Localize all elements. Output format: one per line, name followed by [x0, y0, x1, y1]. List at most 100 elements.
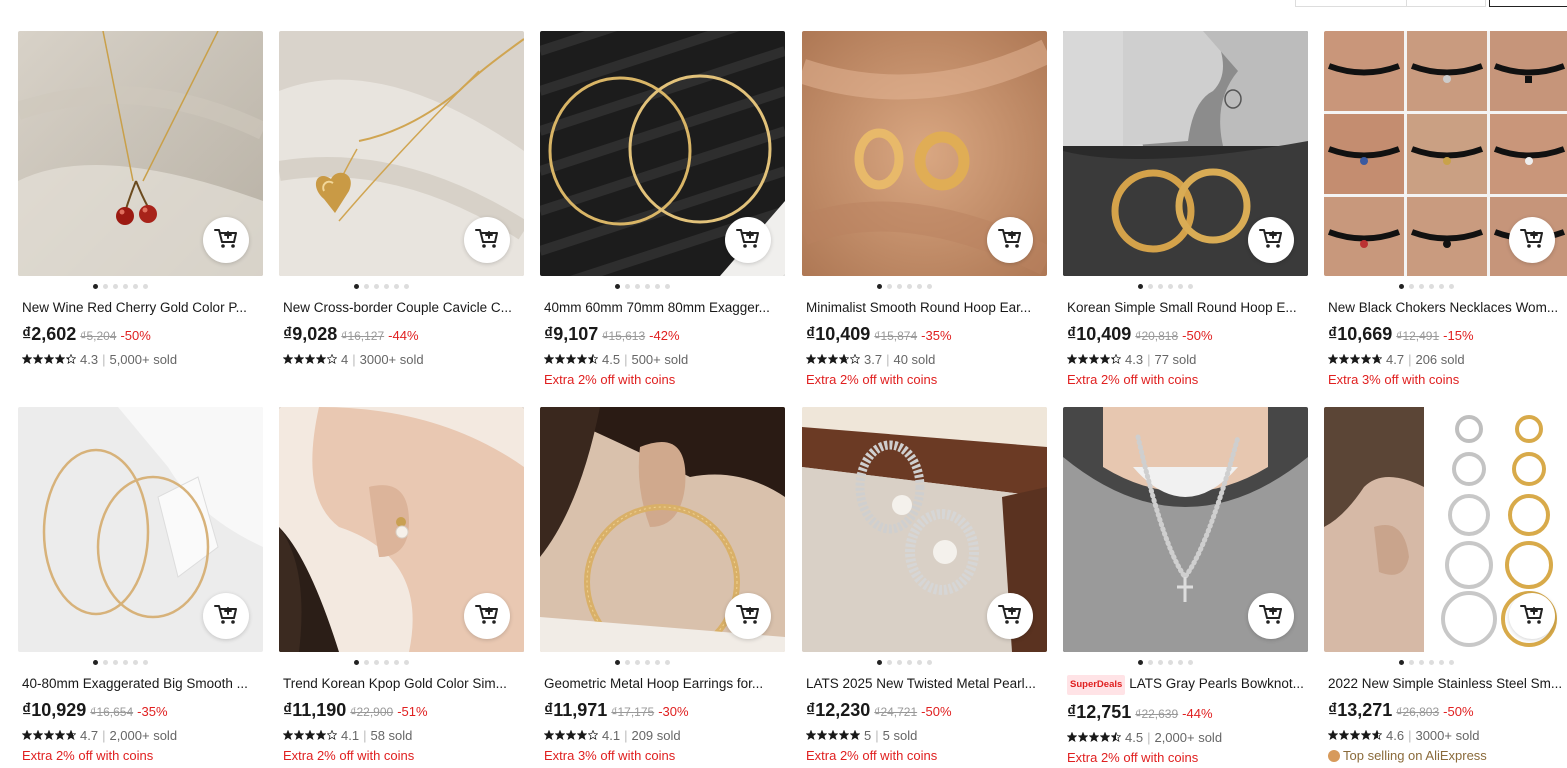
carousel-dot[interactable]	[1449, 283, 1454, 289]
add-to-cart-button[interactable]	[725, 593, 771, 639]
carousel-dot[interactable]	[887, 659, 892, 665]
view-toggle[interactable]	[1489, 0, 1567, 7]
product-card[interactable]: 40mm 60mm 70mm 80mm Exagger... ₫9,107 ₫1…	[540, 31, 785, 401]
carousel-dot[interactable]	[1178, 659, 1183, 665]
carousel-dot[interactable]	[133, 283, 138, 289]
carousel-dot[interactable]	[1409, 283, 1414, 289]
carousel-dot[interactable]	[1188, 659, 1193, 665]
carousel-dot[interactable]	[927, 659, 932, 665]
carousel-dot[interactable]	[103, 659, 108, 665]
carousel-dot[interactable]	[384, 283, 389, 289]
carousel-dot[interactable]	[877, 659, 882, 665]
carousel-dot[interactable]	[1148, 659, 1153, 665]
product-image[interactable]	[18, 31, 263, 276]
product-title[interactable]: New Cross-border Couple Cavicle C...	[279, 299, 524, 317]
carousel-dot[interactable]	[113, 283, 118, 289]
carousel-dot[interactable]	[635, 283, 640, 289]
carousel-dot[interactable]	[1399, 659, 1404, 665]
carousel-dot[interactable]	[655, 659, 660, 665]
product-card[interactable]: New Black Chokers Necklaces Wom... ₫10,6…	[1324, 31, 1567, 401]
carousel-dot[interactable]	[655, 283, 660, 289]
carousel-dot[interactable]	[625, 283, 630, 289]
product-title[interactable]: LATS 2025 New Twisted Metal Pearl...	[802, 675, 1047, 693]
add-to-cart-button[interactable]	[987, 217, 1033, 263]
add-to-cart-button[interactable]	[1509, 593, 1555, 639]
carousel-dot[interactable]	[143, 283, 148, 289]
product-image[interactable]	[1063, 31, 1308, 276]
image-carousel-dots[interactable]	[279, 281, 524, 291]
product-card[interactable]: SuperDeals LATS Gray Pearls Bowknot... ₫1…	[1063, 407, 1308, 768]
product-title[interactable]: 40mm 60mm 70mm 80mm Exagger...	[540, 299, 785, 317]
add-to-cart-button[interactable]	[464, 217, 510, 263]
image-carousel-dots[interactable]	[540, 281, 785, 291]
carousel-dot[interactable]	[917, 659, 922, 665]
add-to-cart-button[interactable]	[725, 217, 771, 263]
carousel-dot[interactable]	[1168, 283, 1173, 289]
product-image[interactable]	[1324, 407, 1567, 652]
sort-control[interactable]	[1295, 0, 1407, 7]
carousel-dot[interactable]	[1419, 283, 1424, 289]
carousel-dot[interactable]	[645, 283, 650, 289]
add-to-cart-button[interactable]	[203, 217, 249, 263]
image-carousel-dots[interactable]	[18, 281, 263, 291]
carousel-dot[interactable]	[1188, 283, 1193, 289]
carousel-dot[interactable]	[665, 283, 670, 289]
carousel-dot[interactable]	[123, 659, 128, 665]
carousel-dot[interactable]	[364, 659, 369, 665]
carousel-dot[interactable]	[917, 283, 922, 289]
carousel-dot[interactable]	[103, 283, 108, 289]
carousel-dot[interactable]	[907, 659, 912, 665]
product-card[interactable]: Trend Korean Kpop Gold Color Sim... ₫11,…	[279, 407, 524, 768]
carousel-dot[interactable]	[93, 283, 98, 289]
product-title[interactable]: 40-80mm Exaggerated Big Smooth ...	[18, 675, 263, 693]
carousel-dot[interactable]	[1178, 283, 1183, 289]
carousel-dot[interactable]	[1158, 659, 1163, 665]
add-to-cart-button[interactable]	[464, 593, 510, 639]
image-carousel-dots[interactable]	[279, 657, 524, 667]
carousel-dot[interactable]	[635, 659, 640, 665]
product-title[interactable]: SuperDeals LATS Gray Pearls Bowknot...	[1063, 675, 1308, 695]
carousel-dot[interactable]	[374, 283, 379, 289]
carousel-dot[interactable]	[897, 283, 902, 289]
add-to-cart-button[interactable]	[203, 593, 249, 639]
product-image[interactable]	[279, 31, 524, 276]
carousel-dot[interactable]	[133, 659, 138, 665]
carousel-dot[interactable]	[1168, 659, 1173, 665]
product-card[interactable]: New Wine Red Cherry Gold Color P... ₫2,6…	[18, 31, 263, 401]
image-carousel-dots[interactable]	[1063, 657, 1308, 667]
carousel-dot[interactable]	[1158, 283, 1163, 289]
carousel-dot[interactable]	[615, 659, 620, 665]
image-carousel-dots[interactable]	[1324, 281, 1567, 291]
product-card[interactable]: Minimalist Smooth Round Hoop Ear... ₫10,…	[802, 31, 1047, 401]
carousel-dot[interactable]	[93, 659, 98, 665]
carousel-dot[interactable]	[1439, 659, 1444, 665]
product-card[interactable]: 2022 New Simple Stainless Steel Sm... ₫1…	[1324, 407, 1567, 768]
add-to-cart-button[interactable]	[987, 593, 1033, 639]
carousel-dot[interactable]	[907, 283, 912, 289]
carousel-dot[interactable]	[1138, 283, 1143, 289]
product-image[interactable]	[802, 407, 1047, 652]
product-title[interactable]: Geometric Metal Hoop Earrings for...	[540, 675, 785, 693]
carousel-dot[interactable]	[394, 283, 399, 289]
carousel-dot[interactable]	[1449, 659, 1454, 665]
product-image[interactable]	[540, 31, 785, 276]
carousel-dot[interactable]	[615, 283, 620, 289]
carousel-dot[interactable]	[354, 659, 359, 665]
carousel-dot[interactable]	[877, 283, 882, 289]
image-carousel-dots[interactable]	[1324, 657, 1567, 667]
image-carousel-dots[interactable]	[802, 281, 1047, 291]
carousel-dot[interactable]	[384, 659, 389, 665]
product-card[interactable]: LATS 2025 New Twisted Metal Pearl... ₫12…	[802, 407, 1047, 768]
carousel-dot[interactable]	[887, 283, 892, 289]
carousel-dot[interactable]	[364, 283, 369, 289]
product-title[interactable]: Korean Simple Small Round Hoop E...	[1063, 299, 1308, 317]
carousel-dot[interactable]	[927, 283, 932, 289]
carousel-dot[interactable]	[113, 659, 118, 665]
product-title[interactable]: New Black Chokers Necklaces Wom...	[1324, 299, 1567, 317]
carousel-dot[interactable]	[374, 659, 379, 665]
product-image[interactable]	[279, 407, 524, 652]
product-card[interactable]: New Cross-border Couple Cavicle C... ₫9,…	[279, 31, 524, 401]
carousel-dot[interactable]	[645, 659, 650, 665]
carousel-dot[interactable]	[404, 283, 409, 289]
add-to-cart-button[interactable]	[1248, 593, 1294, 639]
